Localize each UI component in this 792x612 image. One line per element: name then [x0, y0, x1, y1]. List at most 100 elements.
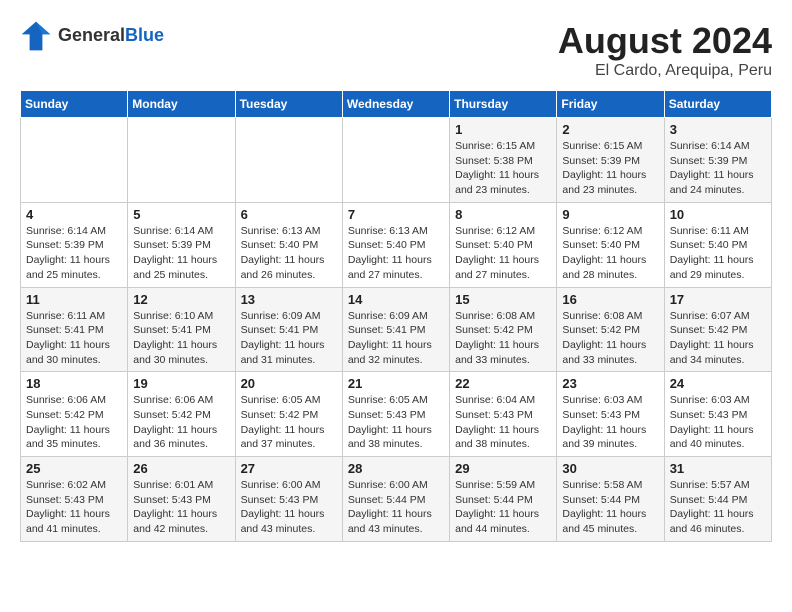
- calendar-cell: 31 Sunrise: 5:57 AM Sunset: 5:44 PM Dayli…: [664, 457, 771, 542]
- day-number: 10: [670, 207, 766, 222]
- cell-content: Sunrise: 5:57 AM Sunset: 5:44 PM Dayligh…: [670, 478, 766, 537]
- day-header-tuesday: Tuesday: [235, 91, 342, 118]
- cell-content: Sunrise: 6:15 AM Sunset: 5:38 PM Dayligh…: [455, 139, 551, 198]
- logo-icon: [20, 20, 52, 52]
- calendar-cell: 29 Sunrise: 5:59 AM Sunset: 5:44 PM Dayli…: [450, 457, 557, 542]
- calendar-cell: 23 Sunrise: 6:03 AM Sunset: 5:43 PM Dayli…: [557, 372, 664, 457]
- day-number: 22: [455, 376, 551, 391]
- cell-content: Sunrise: 6:06 AM Sunset: 5:42 PM Dayligh…: [133, 393, 229, 452]
- day-number: 24: [670, 376, 766, 391]
- cell-content: Sunrise: 6:10 AM Sunset: 5:41 PM Dayligh…: [133, 309, 229, 368]
- day-header-sunday: Sunday: [21, 91, 128, 118]
- day-number: 6: [241, 207, 337, 222]
- day-number: 1: [455, 122, 551, 137]
- day-header-monday: Monday: [128, 91, 235, 118]
- calendar-cell: 3Sunrise: 6:14 AM Sunset: 5:39 PM Daylig…: [664, 118, 771, 203]
- cell-content: Sunrise: 6:09 AM Sunset: 5:41 PM Dayligh…: [241, 309, 337, 368]
- cell-content: Sunrise: 6:14 AM Sunset: 5:39 PM Dayligh…: [26, 224, 122, 283]
- calendar-cell: [342, 118, 449, 203]
- title-block: August 2024 El Cardo, Arequipa, Peru: [558, 20, 772, 80]
- cell-content: Sunrise: 6:11 AM Sunset: 5:41 PM Dayligh…: [26, 309, 122, 368]
- day-header-thursday: Thursday: [450, 91, 557, 118]
- calendar-cell: 4 Sunrise: 6:14 AM Sunset: 5:39 PM Daylig…: [21, 202, 128, 287]
- calendar-cell: 16 Sunrise: 6:08 AM Sunset: 5:42 PM Dayli…: [557, 287, 664, 372]
- day-number: 29: [455, 461, 551, 476]
- cell-content: Sunrise: 6:12 AM Sunset: 5:40 PM Dayligh…: [562, 224, 658, 283]
- calendar-cell: [128, 118, 235, 203]
- cell-content: Sunrise: 6:01 AM Sunset: 5:43 PM Dayligh…: [133, 478, 229, 537]
- cell-content: Sunrise: 6:03 AM Sunset: 5:43 PM Dayligh…: [562, 393, 658, 452]
- calendar-cell: 2Sunrise: 6:15 AM Sunset: 5:39 PM Daylig…: [557, 118, 664, 203]
- cell-content: Sunrise: 6:02 AM Sunset: 5:43 PM Dayligh…: [26, 478, 122, 537]
- calendar-cell: 9 Sunrise: 6:12 AM Sunset: 5:40 PM Daylig…: [557, 202, 664, 287]
- day-number: 31: [670, 461, 766, 476]
- calendar-cell: 19 Sunrise: 6:06 AM Sunset: 5:42 PM Dayli…: [128, 372, 235, 457]
- calendar-cell: 17 Sunrise: 6:07 AM Sunset: 5:42 PM Dayli…: [664, 287, 771, 372]
- day-number: 18: [26, 376, 122, 391]
- cell-content: Sunrise: 6:09 AM Sunset: 5:41 PM Dayligh…: [348, 309, 444, 368]
- calendar-cell: 21 Sunrise: 6:05 AM Sunset: 5:43 PM Dayli…: [342, 372, 449, 457]
- day-number: 20: [241, 376, 337, 391]
- cell-content: Sunrise: 6:04 AM Sunset: 5:43 PM Dayligh…: [455, 393, 551, 452]
- cell-content: Sunrise: 6:15 AM Sunset: 5:39 PM Dayligh…: [562, 139, 658, 198]
- calendar-cell: 27 Sunrise: 6:00 AM Sunset: 5:43 PM Dayli…: [235, 457, 342, 542]
- calendar-cell: 30 Sunrise: 5:58 AM Sunset: 5:44 PM Dayli…: [557, 457, 664, 542]
- cell-content: Sunrise: 6:07 AM Sunset: 5:42 PM Dayligh…: [670, 309, 766, 368]
- cell-content: Sunrise: 5:59 AM Sunset: 5:44 PM Dayligh…: [455, 478, 551, 537]
- calendar-cell: 22 Sunrise: 6:04 AM Sunset: 5:43 PM Dayli…: [450, 372, 557, 457]
- cell-content: Sunrise: 6:00 AM Sunset: 5:44 PM Dayligh…: [348, 478, 444, 537]
- logo: GeneralBlue: [20, 20, 164, 52]
- calendar-cell: 6 Sunrise: 6:13 AM Sunset: 5:40 PM Daylig…: [235, 202, 342, 287]
- day-number: 13: [241, 292, 337, 307]
- day-number: 12: [133, 292, 229, 307]
- day-number: 27: [241, 461, 337, 476]
- day-header-wednesday: Wednesday: [342, 91, 449, 118]
- calendar-cell: 8 Sunrise: 6:12 AM Sunset: 5:40 PM Daylig…: [450, 202, 557, 287]
- cell-content: Sunrise: 5:58 AM Sunset: 5:44 PM Dayligh…: [562, 478, 658, 537]
- day-header-friday: Friday: [557, 91, 664, 118]
- day-number: 7: [348, 207, 444, 222]
- day-number: 14: [348, 292, 444, 307]
- day-number: 21: [348, 376, 444, 391]
- calendar-cell: 14 Sunrise: 6:09 AM Sunset: 5:41 PM Dayli…: [342, 287, 449, 372]
- calendar-cell: 1 Sunrise: 6:15 AM Sunset: 5:38 PM Daylig…: [450, 118, 557, 203]
- calendar-table: SundayMondayTuesdayWednesdayThursdayFrid…: [20, 90, 772, 542]
- cell-content: Sunrise: 6:06 AM Sunset: 5:42 PM Dayligh…: [26, 393, 122, 452]
- calendar-cell: 7 Sunrise: 6:13 AM Sunset: 5:40 PM Daylig…: [342, 202, 449, 287]
- day-number: 4: [26, 207, 122, 222]
- day-number: 30: [562, 461, 658, 476]
- calendar-cell: 15 Sunrise: 6:08 AM Sunset: 5:42 PM Dayli…: [450, 287, 557, 372]
- page-title: August 2024: [558, 20, 772, 62]
- day-number: 25: [26, 461, 122, 476]
- logo-text: GeneralBlue: [58, 26, 164, 46]
- cell-content: Sunrise: 6:12 AM Sunset: 5:40 PM Dayligh…: [455, 224, 551, 283]
- calendar-cell: 24 Sunrise: 6:03 AM Sunset: 5:43 PM Dayli…: [664, 372, 771, 457]
- day-number: 28: [348, 461, 444, 476]
- day-number: 26: [133, 461, 229, 476]
- calendar-cell: [21, 118, 128, 203]
- day-number: 11: [26, 292, 122, 307]
- day-number: 17: [670, 292, 766, 307]
- day-number: 15: [455, 292, 551, 307]
- calendar-cell: 28 Sunrise: 6:00 AM Sunset: 5:44 PM Dayli…: [342, 457, 449, 542]
- cell-content: Sunrise: 6:00 AM Sunset: 5:43 PM Dayligh…: [241, 478, 337, 537]
- day-number: 5: [133, 207, 229, 222]
- cell-content: Sunrise: 6:13 AM Sunset: 5:40 PM Dayligh…: [348, 224, 444, 283]
- cell-content: Sunrise: 6:13 AM Sunset: 5:40 PM Dayligh…: [241, 224, 337, 283]
- cell-content: Sunrise: 6:05 AM Sunset: 5:43 PM Dayligh…: [348, 393, 444, 452]
- cell-content: Sunrise: 6:14 AM Sunset: 5:39 PM Dayligh…: [670, 139, 766, 198]
- day-number: 16: [562, 292, 658, 307]
- cell-content: Sunrise: 6:03 AM Sunset: 5:43 PM Dayligh…: [670, 393, 766, 452]
- cell-content: Sunrise: 6:08 AM Sunset: 5:42 PM Dayligh…: [455, 309, 551, 368]
- cell-content: Sunrise: 6:08 AM Sunset: 5:42 PM Dayligh…: [562, 309, 658, 368]
- day-number: 23: [562, 376, 658, 391]
- day-number: 19: [133, 376, 229, 391]
- calendar-cell: 12 Sunrise: 6:10 AM Sunset: 5:41 PM Dayli…: [128, 287, 235, 372]
- cell-content: Sunrise: 6:11 AM Sunset: 5:40 PM Dayligh…: [670, 224, 766, 283]
- calendar-cell: 5Sunrise: 6:14 AM Sunset: 5:39 PM Daylig…: [128, 202, 235, 287]
- page-subtitle: El Cardo, Arequipa, Peru: [558, 62, 772, 80]
- day-number: 9: [562, 207, 658, 222]
- day-number: 8: [455, 207, 551, 222]
- calendar-cell: 25 Sunrise: 6:02 AM Sunset: 5:43 PM Dayli…: [21, 457, 128, 542]
- cell-content: Sunrise: 6:05 AM Sunset: 5:42 PM Dayligh…: [241, 393, 337, 452]
